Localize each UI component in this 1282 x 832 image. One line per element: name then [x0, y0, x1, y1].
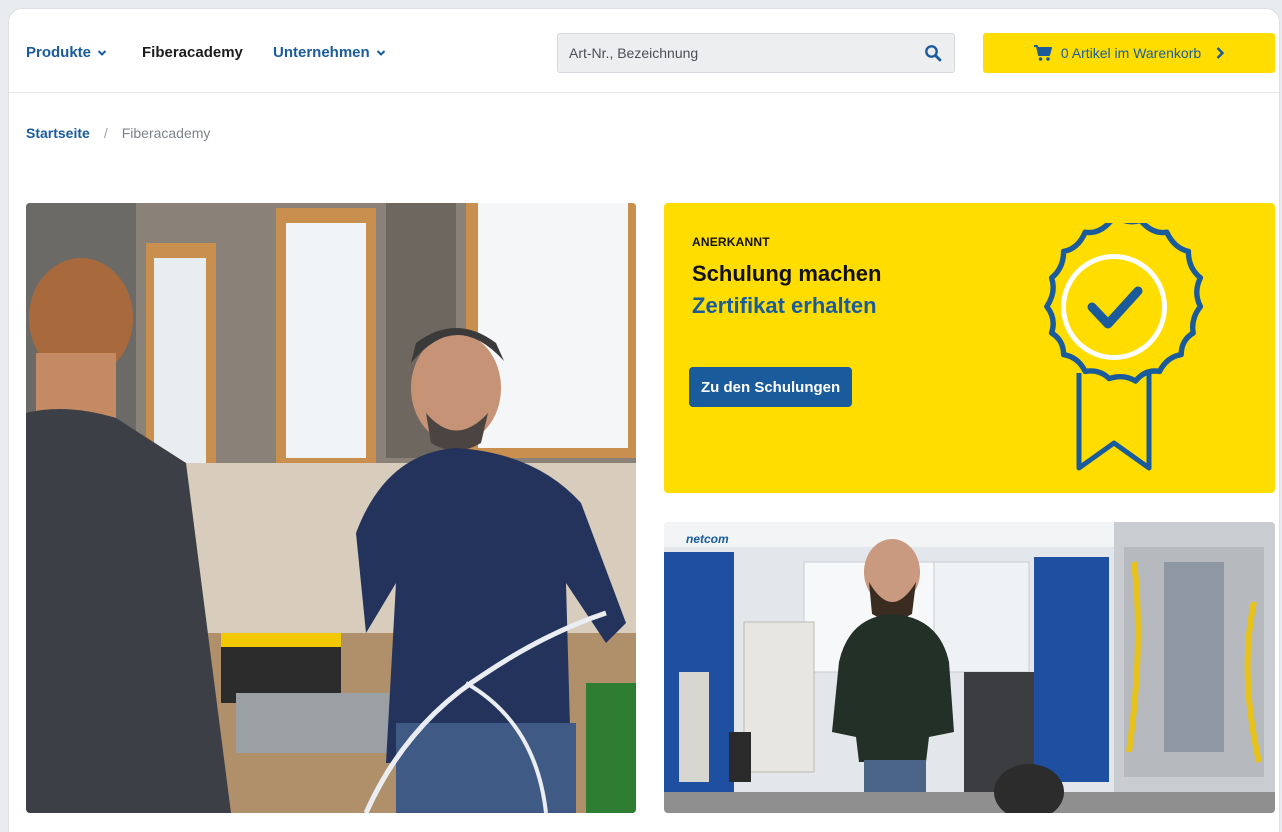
cart-button[interactable]: 0 Artikel im Warenkorb	[983, 33, 1275, 73]
netcom-logo: netcom	[686, 532, 729, 546]
nav-fiberacademy-label: Fiberacademy	[142, 44, 243, 61]
nav-produkte-label: Produkte	[26, 44, 92, 61]
showroom-photo: netcom	[664, 522, 1275, 813]
certificate-badge-icon	[1044, 223, 1204, 471]
certificate-promo-banner: ANERKANNT Schulung machen Zertifikat erh…	[664, 203, 1275, 493]
promo-kicker: ANERKANNT	[692, 235, 770, 249]
cart-label: 0 Artikel im Warenkorb	[1060, 45, 1202, 61]
breadcrumb: Startseite / Fiberacademy	[26, 125, 210, 141]
nav-produkte[interactable]: Produkte	[26, 44, 107, 61]
promo-title: Schulung machen	[692, 261, 882, 286]
courses-button[interactable]: Zu den Schulungen	[689, 367, 853, 407]
nav-fiberacademy[interactable]: Fiberacademy	[142, 44, 243, 61]
shopping-cart-icon	[1033, 45, 1052, 61]
training-scene-illustration	[26, 203, 636, 813]
promo-subtitle: Zertifikat erhalten	[692, 293, 877, 318]
chevron-down-icon	[376, 49, 385, 56]
breadcrumb-separator: /	[103, 125, 108, 141]
chevron-down-icon	[97, 49, 107, 56]
search-box	[557, 33, 955, 73]
nav-unternehmen[interactable]: Unternehmen	[273, 44, 386, 61]
hero-training-photo	[26, 203, 636, 813]
browser-page: Produkte Fiberacademy Unternehmen 0 Arti…	[8, 8, 1280, 832]
showroom-scene-illustration	[664, 522, 1275, 813]
search-icon[interactable]	[924, 44, 942, 62]
nav-unternehmen-label: Unternehmen	[273, 44, 370, 61]
chevron-right-icon	[1216, 47, 1225, 59]
search-input[interactable]	[558, 34, 908, 72]
site-header: Produkte Fiberacademy Unternehmen 0 Arti…	[9, 9, 1279, 93]
breadcrumb-home-link[interactable]: Startseite	[26, 125, 90, 141]
breadcrumb-current: Fiberacademy	[121, 125, 211, 141]
